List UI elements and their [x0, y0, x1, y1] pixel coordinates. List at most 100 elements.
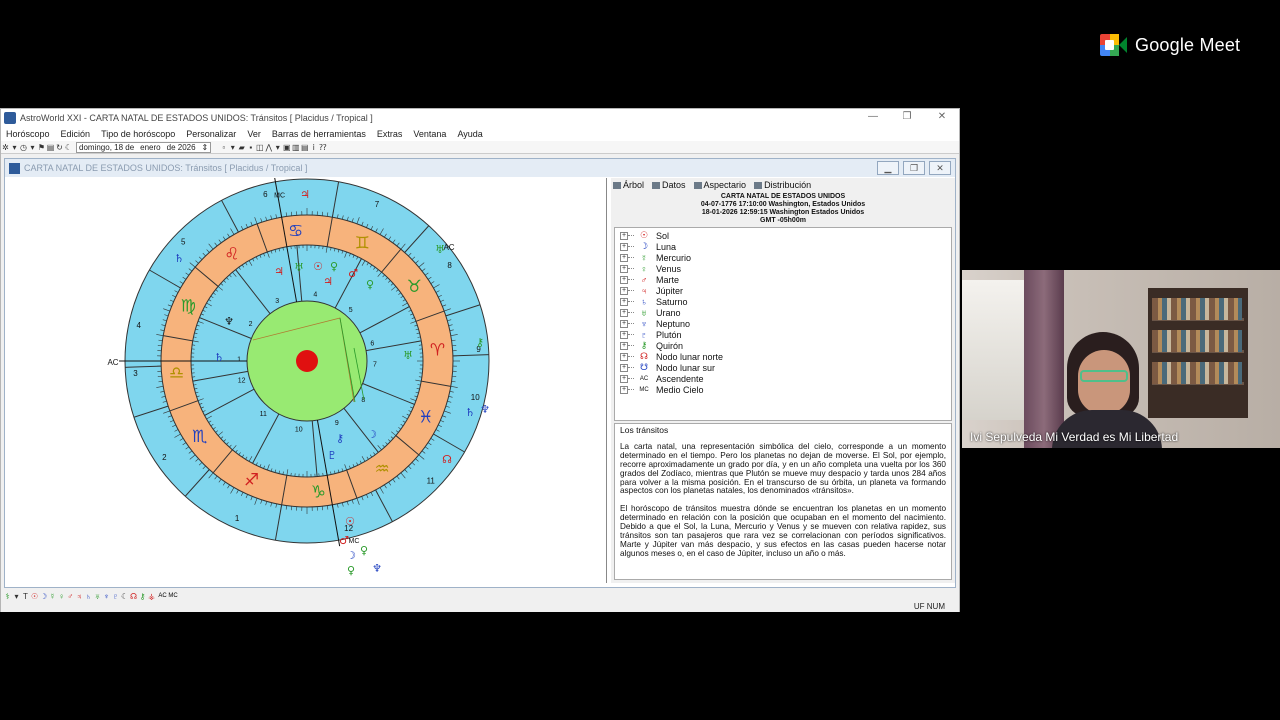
planet-filter-icon[interactable]: ♆ — [103, 592, 110, 601]
zodiac-sign-icon[interactable]: ♊ — [355, 233, 370, 253]
zodiac-sign-icon[interactable]: ♉ — [407, 277, 422, 297]
moon-icon[interactable]: ☾ — [64, 143, 73, 152]
planet-filter-icon[interactable]: ♀ — [58, 592, 65, 601]
planet-glyph-icon[interactable]: ♀ — [360, 544, 368, 557]
planet-glyph-icon[interactable]: ♀ — [366, 278, 374, 291]
planet-glyph-icon[interactable]: ♆ — [480, 403, 490, 416]
planet-glyph-icon[interactable]: ♂ — [348, 267, 358, 280]
planet-glyph-icon[interactable]: ⚷ — [336, 432, 344, 445]
planet-glyph-icon[interactable]: ☽ — [346, 549, 356, 562]
planet-glyph-icon[interactable]: ♅ — [294, 261, 304, 274]
tree-item[interactable]: + ☿ Mercurio — [615, 252, 951, 263]
date-spin-icon[interactable]: ⇕ — [202, 143, 209, 152]
tab-distribucion[interactable]: Distribución — [754, 180, 811, 190]
planet-filter-icon[interactable]: ⚷ — [139, 592, 146, 601]
aspect-icon[interactable]: ⋀ — [264, 143, 273, 152]
dropdown-icon[interactable]: ▾ — [273, 143, 282, 152]
date-picker[interactable]: domingo, 18 de enero de 2026 ⇕ — [76, 141, 212, 153]
tree-item[interactable]: + ☋ Nodo lunar sur — [615, 362, 951, 373]
expand-icon[interactable]: + — [620, 330, 628, 339]
angles-filter-icon[interactable]: AC MC — [157, 593, 179, 599]
info-icon[interactable]: ⅰ — [309, 143, 318, 152]
planet-glyph-icon[interactable]: ♅ — [435, 243, 445, 256]
zodiac-sign-icon[interactable]: ♋ — [288, 221, 303, 241]
planet-glyph-icon[interactable]: ☽ — [367, 428, 377, 441]
planet-filter-icon[interactable]: ♂ — [67, 592, 74, 601]
tab-arbol[interactable]: Árbol — [613, 180, 644, 190]
tree-item[interactable]: + ♃ Júpiter — [615, 285, 951, 296]
planet-glyph-icon[interactable]: ♄ — [214, 351, 224, 364]
preview-icon[interactable]: ▥ — [291, 143, 300, 152]
document-titlebar[interactable]: CARTA NATAL DE ESTADOS UNIDOS: Tránsitos… — [5, 159, 955, 177]
zodiac-sign-icon[interactable]: ♓ — [418, 407, 433, 427]
tree-item[interactable]: + ♂ Marte — [615, 274, 951, 285]
restore-button[interactable]: ❐ — [895, 110, 919, 124]
doc-close-button[interactable]: ✕ — [929, 161, 951, 175]
tree-item[interactable]: + ☉ Sol — [615, 230, 951, 241]
tree-item[interactable]: + ⚷ Quirón — [615, 340, 951, 351]
expand-icon[interactable]: + — [620, 264, 628, 273]
planet-filter-icon[interactable]: ♄ — [85, 592, 92, 601]
planet-glyph-icon[interactable]: ♇ — [327, 449, 337, 462]
dropdown-icon[interactable]: ▾ — [228, 143, 237, 152]
zodiac-sign-icon[interactable]: ♌ — [224, 245, 239, 265]
expand-icon[interactable]: + — [620, 374, 628, 383]
help-icon[interactable]: ⁇ — [318, 143, 327, 152]
planet-glyph-icon[interactable]: ♃ — [323, 275, 333, 288]
menu-barras-herramientas[interactable]: Barras de herramientas — [272, 129, 366, 139]
planet-glyph-icon[interactable]: ♂ — [339, 534, 349, 547]
dropdown-icon[interactable]: ▾ — [10, 143, 19, 152]
doc-minimize-button[interactable]: ▁ — [877, 161, 899, 175]
tree-item[interactable]: + ♆ Neptuno — [615, 318, 951, 329]
clock-icon[interactable]: ◷ — [19, 143, 28, 152]
menu-edicion[interactable]: Edición — [61, 129, 91, 139]
expand-icon[interactable]: + — [620, 286, 628, 295]
menu-tipo-horoscopo[interactable]: Tipo de horóscopo — [101, 129, 175, 139]
tab-datos[interactable]: Datos — [652, 180, 686, 190]
window-titlebar[interactable]: AstroWorld XXI - CARTA NATAL DE ESTADOS … — [1, 109, 959, 126]
tree-item[interactable]: + ♀ Venus — [615, 263, 951, 274]
planet-glyph-icon[interactable]: ♆ — [372, 562, 382, 575]
menu-personalizar[interactable]: Personalizar — [186, 129, 236, 139]
planet-glyph-icon[interactable]: ♀ — [330, 260, 338, 273]
planet-glyph-icon[interactable]: ♆ — [224, 315, 234, 328]
doc-restore-button[interactable]: ❐ — [903, 161, 925, 175]
planet-filter-icon[interactable]: ☉ — [31, 592, 38, 601]
zodiac-sign-icon[interactable]: ♈ — [430, 341, 445, 361]
tree-item[interactable]: + ☊ Nodo lunar norte — [615, 351, 951, 362]
planet-filter-icon[interactable]: ☾ — [121, 592, 128, 601]
zodiac-sign-icon[interactable]: ♍ — [181, 297, 196, 317]
planet-glyph-icon[interactable]: ♄ — [174, 252, 184, 265]
menu-ayuda[interactable]: Ayuda — [457, 129, 482, 139]
planet-glyph-icon[interactable]: ♃ — [300, 188, 310, 201]
dropdown-icon[interactable]: ▾ — [28, 143, 37, 152]
tool-icon[interactable]: ⚑ — [37, 143, 46, 152]
planet-glyph-icon[interactable]: ☉ — [345, 515, 355, 528]
expand-icon[interactable]: + — [620, 275, 628, 284]
chart-wheel-icon[interactable]: ✲ — [1, 143, 10, 152]
tree-item[interactable]: + ♄ Saturno — [615, 296, 951, 307]
planet-filter-icon[interactable]: ☿ — [49, 592, 56, 601]
planet-glyph-icon[interactable]: ♀ — [347, 564, 355, 577]
new-file-icon[interactable]: ▫ — [219, 143, 228, 152]
expand-icon[interactable]: + — [620, 297, 628, 306]
planet-glyph-icon[interactable]: ♅ — [403, 349, 413, 362]
zodiac-sign-icon[interactable]: ♏ — [192, 427, 207, 447]
open-folder-icon[interactable]: ▰ — [237, 143, 246, 152]
planet-glyph-icon[interactable]: ♃ — [274, 265, 284, 278]
natal-chart-area[interactable]: ♋ ♊ ♉ ♈ ♓ ♒ ♑ ♐ ♏ ♎ ♍ ♌ 4 5 6 7 8 9 10 11 12 1 2 3 1 2 3 4 5 6 7 8 9 10 11… — [7, 178, 607, 583]
tree-item[interactable]: + ♅ Urano — [615, 307, 951, 318]
menu-ventana[interactable]: Ventana — [413, 129, 446, 139]
planet-filter-icon[interactable]: ☽ — [40, 592, 47, 601]
planet-filter-icon[interactable]: T — [22, 592, 29, 601]
planet-glyph-icon[interactable]: ♄ — [465, 406, 475, 419]
report-icon[interactable]: ▣ — [282, 143, 291, 152]
zodiac-sign-icon[interactable]: ♑ — [311, 483, 326, 503]
tree-item[interactable]: + ☽ Luna — [615, 241, 951, 252]
planet-glyph-icon[interactable]: ☊ — [442, 453, 452, 466]
save-icon[interactable]: ▪ — [246, 143, 255, 152]
refresh-icon[interactable]: ↻ — [55, 143, 64, 152]
tab-aspectario[interactable]: Aspectario — [693, 180, 746, 190]
planet-filter-icon[interactable]: ♇ — [112, 592, 119, 601]
participant-video-tile[interactable]: Ivi Sepulveda Mi Verdad es Mi Libertad — [962, 270, 1280, 448]
